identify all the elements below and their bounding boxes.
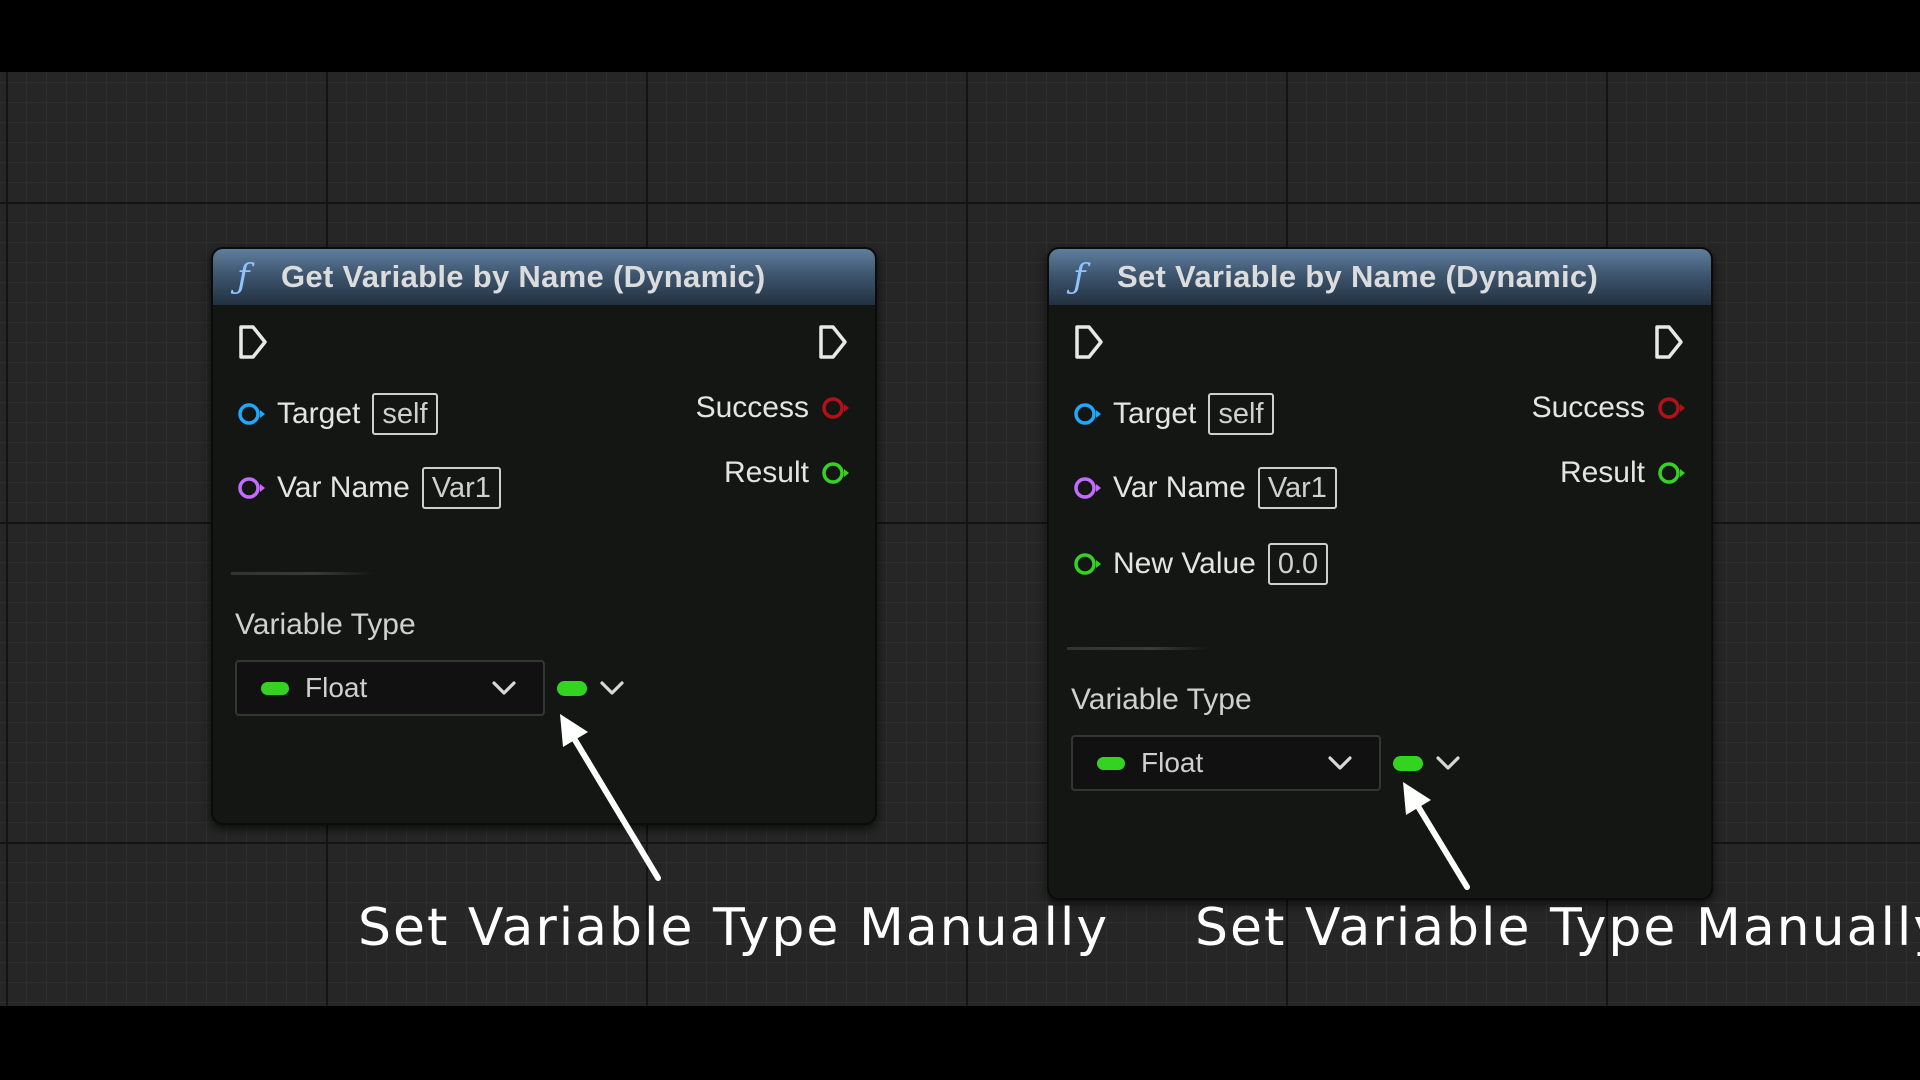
annotation-arrow-right — [1403, 782, 1470, 890]
annotation-caption-left: Set Variable Type Manually — [358, 898, 1110, 958]
annotation-caption-right: Set Variable Type Manually — [1195, 898, 1920, 958]
letterbox-top — [0, 0, 1920, 72]
blueprint-graph-canvas[interactable]: ƒ Get Variable by Name (Dynamic) Target … — [0, 72, 1920, 1006]
letterbox-bottom — [0, 1006, 1920, 1080]
